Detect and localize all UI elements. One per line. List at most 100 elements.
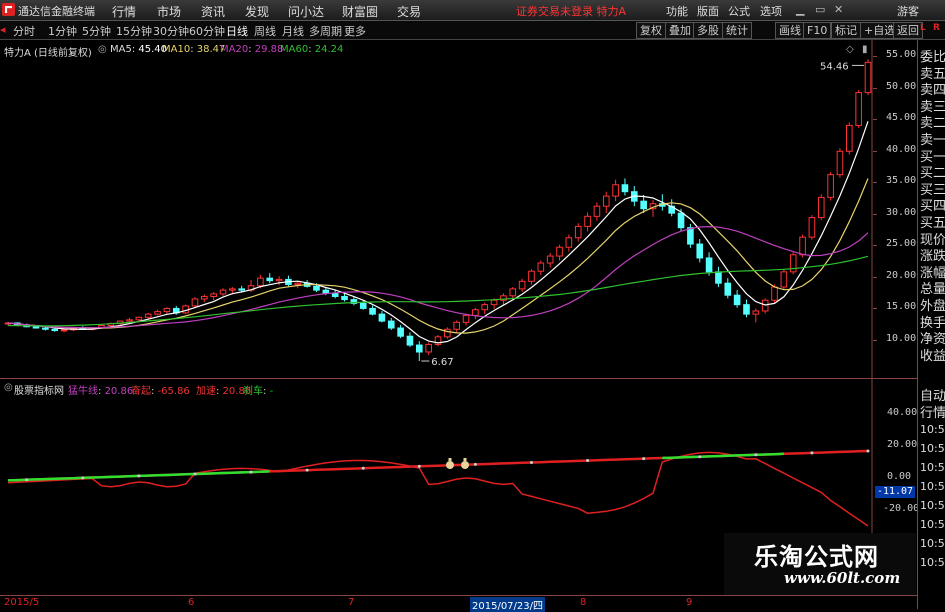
tick-time-7: 10:52 — [920, 556, 945, 569]
menu-gongshi[interactable]: 公式 — [728, 3, 750, 19]
price-tick-mark — [873, 340, 877, 341]
price-tick: 55.00 — [886, 49, 917, 60]
close-icon[interactable]: ✕ — [834, 3, 843, 16]
candle-body — [687, 227, 694, 245]
multi-stock-button[interactable]: 多股 — [693, 22, 723, 39]
menu-jiaoyi[interactable]: 交易 — [397, 3, 421, 20]
candle-body — [331, 292, 339, 297]
candle-body — [705, 257, 713, 273]
back-arrow-icon[interactable]: ◂ — [0, 23, 6, 36]
watermark: 乐淘公式网 www.60lt.com — [724, 533, 916, 595]
price-tick: 45.00 — [886, 112, 917, 124]
tick-time-0: 10:50 — [920, 423, 945, 436]
signal-dot — [586, 459, 590, 463]
price-tick: 30.00 — [886, 206, 917, 218]
menu-xuanxiang[interactable]: 选项 — [760, 3, 782, 19]
price-tick: 20.00 — [886, 269, 917, 281]
candle-body — [266, 277, 274, 282]
candle-body — [602, 195, 610, 207]
candle-body — [855, 92, 862, 126]
money-bag-tie — [463, 458, 467, 461]
period-weekly[interactable]: 周线 — [254, 23, 276, 39]
quote-row-18: 收益 — [920, 348, 945, 364]
quote-bottom-1[interactable]: 行情 — [920, 402, 945, 421]
signal-dot — [866, 449, 870, 453]
candle-body — [51, 328, 59, 332]
period-more[interactable]: 更多 — [344, 23, 366, 39]
candle-body — [144, 313, 152, 318]
period-multi[interactable]: 多周期 — [309, 23, 342, 39]
minimize-icon[interactable]: ▁ — [796, 3, 804, 16]
candle-body — [462, 314, 470, 323]
price-axis: 55.00 50.00 45.00 40.00 35.00 30.00 25.00 20.00… — [873, 40, 917, 378]
x-label-jul: 7 — [348, 597, 355, 608]
signal-dot — [698, 455, 702, 459]
overlay-button[interactable]: 叠加 — [665, 22, 695, 39]
candle-body — [201, 295, 208, 300]
candle-body — [481, 304, 489, 311]
signal-dot — [810, 451, 814, 455]
candle-body — [387, 320, 395, 329]
user-guest[interactable]: 游客 — [897, 3, 919, 19]
candle-body — [771, 286, 778, 301]
indicator-tick: 40.00 — [887, 407, 918, 418]
period-30min[interactable]: 30分钟 — [153, 23, 189, 39]
price-tick-mark — [873, 308, 877, 310]
menu-caifuquan[interactable]: 财富圈 — [342, 3, 378, 20]
candle-body — [827, 174, 834, 198]
candle-body — [369, 307, 376, 315]
candle-body — [229, 288, 236, 291]
menu-faxian[interactable]: 发现 — [245, 3, 269, 20]
candle-body — [60, 329, 68, 332]
menu-shichang[interactable]: 市场 — [157, 3, 181, 20]
candle-body — [574, 225, 582, 239]
period-daily[interactable]: 日线 — [226, 23, 248, 39]
candle-body — [537, 262, 545, 272]
statistics-button[interactable]: 统计 — [722, 22, 752, 39]
mark-button[interactable]: 标记 — [831, 22, 861, 39]
tick-time-5: 10:51 — [920, 518, 945, 531]
candle-body — [677, 212, 685, 229]
signal-dot — [25, 478, 29, 482]
signal-dot — [754, 453, 758, 457]
x-label-aug: 8 — [580, 597, 587, 608]
price-tick: 25.00 — [886, 238, 917, 250]
indicator-tick: 20.00 — [887, 439, 918, 450]
draw-line-button[interactable]: 画线 — [775, 22, 805, 39]
price-tick: 35.00 — [886, 175, 917, 187]
signal-dot — [473, 462, 477, 466]
candle-body — [341, 295, 348, 301]
price-tick: 50.00 — [886, 80, 917, 92]
fenqi-line — [7, 451, 869, 527]
period-15min[interactable]: 15分钟 — [116, 23, 152, 39]
price-tick: 40.00 — [886, 143, 917, 155]
period-monthly[interactable]: 月线 — [282, 23, 304, 39]
restore-icon[interactable]: ▭ — [815, 3, 825, 16]
fuquan-button[interactable]: 复权 — [636, 22, 666, 39]
panel-toggle-icon[interactable]: ▮ — [862, 44, 868, 55]
price-tick: 10.00 — [886, 333, 917, 344]
candle-body — [238, 288, 246, 291]
period-1min[interactable]: 1分钟 — [48, 23, 77, 39]
x-label-may: 2015/5 — [4, 597, 40, 608]
f10-button[interactable]: F10 — [803, 22, 832, 39]
menu-gongneng[interactable]: 功能 — [666, 3, 688, 19]
candlestick-chart[interactable]: 54.46 6.67 — [0, 40, 873, 378]
menu-wenxiaoda[interactable]: 问小达 — [288, 3, 324, 20]
period-toolbar: ◂ 分时 1分钟 5分钟 15分钟 30分钟 60分钟 日线 周线 月线 多周期… — [0, 21, 945, 40]
return-button[interactable]: 返回 — [893, 22, 923, 39]
zoom-icon[interactable]: ◇ — [846, 44, 854, 55]
app-title: 通达信金融终端 — [18, 5, 95, 18]
period-fenshi[interactable]: 分时 — [13, 23, 35, 39]
menu-zixun[interactable]: 资讯 — [201, 3, 225, 20]
tick-time-1: 10:50 — [920, 442, 945, 455]
price-tick-mark — [873, 150, 877, 152]
indicator-tick: -20.00 — [883, 503, 920, 514]
menu-banmian[interactable]: 版面 — [697, 3, 719, 19]
period-60min[interactable]: 60分钟 — [189, 23, 225, 39]
menu-hangqing[interactable]: 行情 — [112, 3, 136, 20]
quote-side-panel: 委比 卖五 卖四 卖三 卖二 卖一 买一 买二 买三 买四 买五 现价 涨跌 涨幅 总量 外盘 换手 净资 收益 自动… — [917, 40, 945, 609]
period-5min[interactable]: 5分钟 — [82, 23, 111, 39]
candle-body — [846, 124, 853, 152]
watermark-url: www.60lt.com — [784, 569, 901, 587]
